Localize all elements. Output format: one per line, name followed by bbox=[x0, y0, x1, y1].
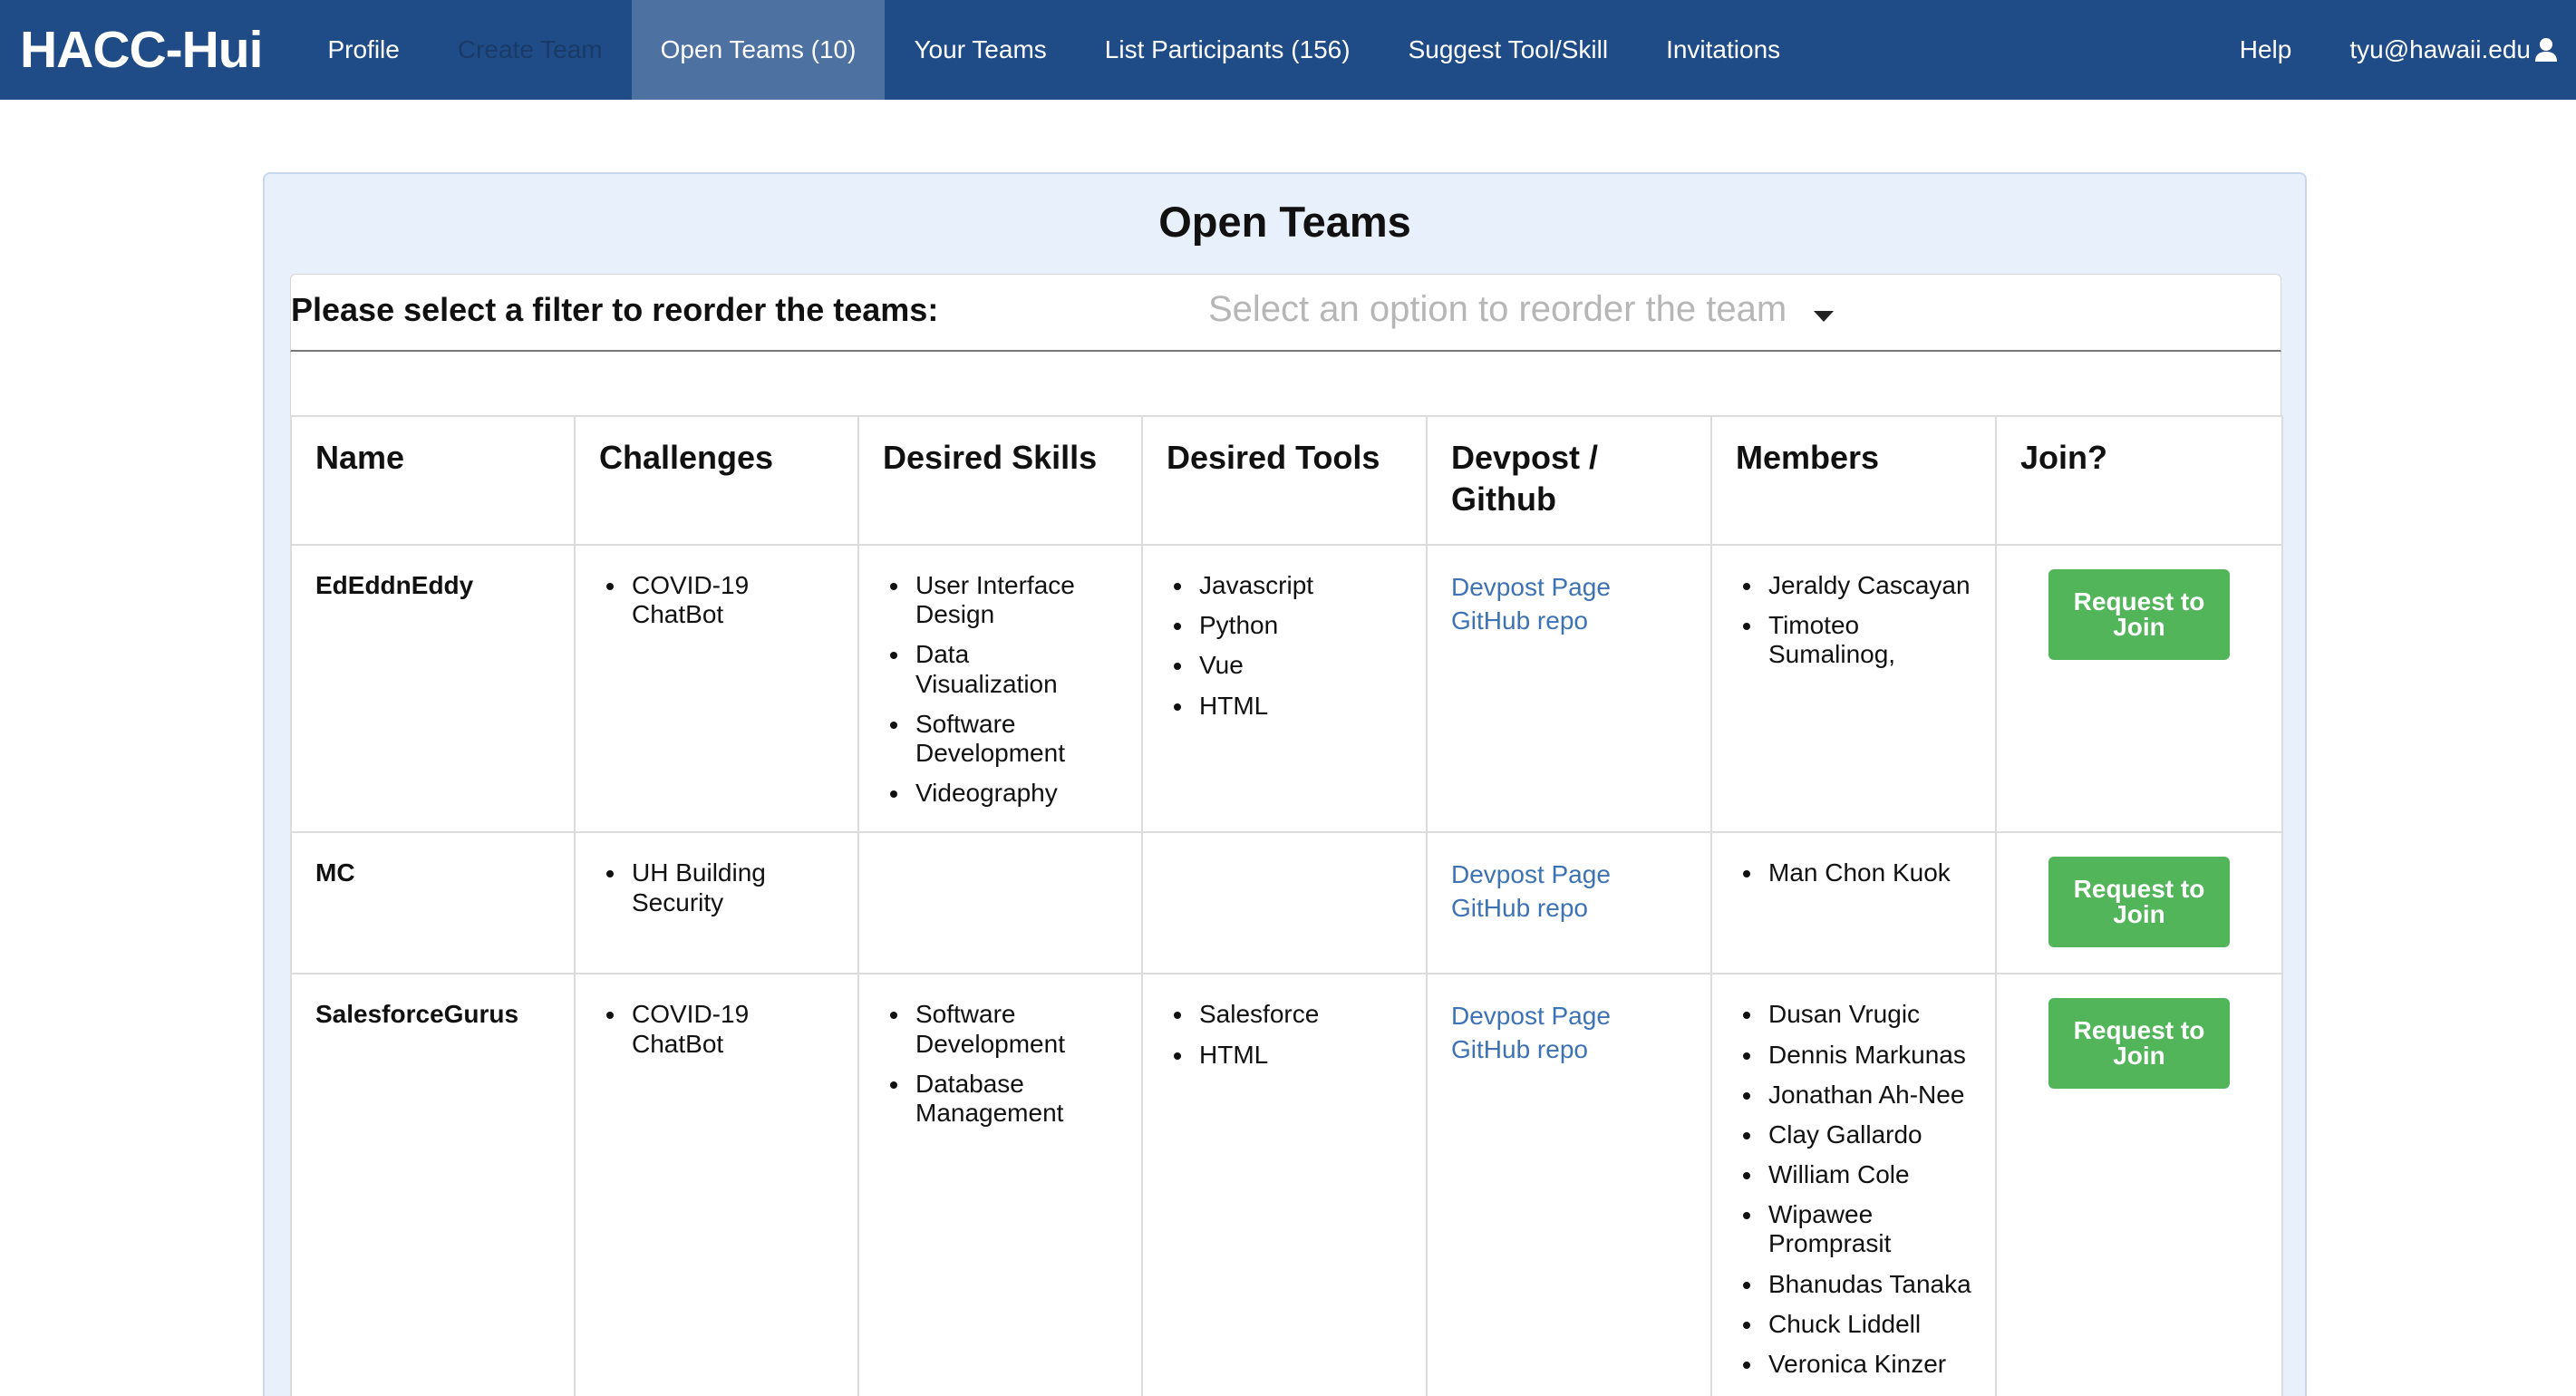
request-to-join-button[interactable]: Request to Join bbox=[2048, 998, 2230, 1090]
header-challenges: Challenges bbox=[574, 415, 859, 546]
member-item: Jeraldy Cascayan bbox=[1736, 571, 1971, 600]
nav-your-teams[interactable]: Your Teams bbox=[885, 0, 1075, 100]
team-links: Devpost Page GitHub repo bbox=[1426, 831, 1712, 975]
team-name: EdEddnEddy bbox=[290, 543, 576, 834]
tool-item: Salesforce bbox=[1167, 1000, 1402, 1029]
request-to-join-button[interactable]: Request to Join bbox=[2048, 857, 2230, 948]
team-name: MC bbox=[290, 831, 576, 975]
member-item: William Cole bbox=[1736, 1160, 1971, 1189]
header-desired-tools: Desired Tools bbox=[1141, 415, 1428, 546]
navbar-right: Help tyu@hawaii.edu bbox=[2211, 0, 2576, 100]
brand-logo[interactable]: HACC-Hui bbox=[20, 0, 263, 100]
header-desired-skills: Desired Skills bbox=[857, 415, 1143, 546]
team-challenges: UH Building Security bbox=[574, 831, 859, 975]
tool-item: Python bbox=[1167, 611, 1402, 640]
challenge-item: COVID-19 ChatBot bbox=[599, 1000, 834, 1058]
table-row: SalesforceGurus COVID-19 ChatBot Softwar… bbox=[290, 973, 2283, 1396]
open-teams-card: Open Teams Please select a filter to reo… bbox=[263, 172, 2307, 1396]
challenge-item: COVID-19 ChatBot bbox=[599, 571, 834, 629]
team-tools bbox=[1141, 831, 1428, 975]
header-devpost-github: Devpost / Github bbox=[1426, 415, 1712, 546]
filter-bar: Please select a filter to reorder the te… bbox=[290, 274, 2281, 352]
table-spacer bbox=[290, 352, 2281, 415]
github-link[interactable]: GitHub repo bbox=[1451, 1033, 1687, 1067]
member-item: Clay Gallardo bbox=[1736, 1120, 1971, 1149]
team-members: Dusan Vrugic Dennis Markunas Jonathan Ah… bbox=[1710, 973, 1997, 1396]
member-item: Man Chon Kuok bbox=[1736, 858, 1971, 887]
team-links: Devpost Page GitHub repo bbox=[1426, 973, 1712, 1396]
table-header-row: Name Challenges Desired Skills Desired T… bbox=[290, 415, 2283, 546]
user-icon bbox=[2535, 38, 2557, 62]
team-tools: Salesforce HTML bbox=[1141, 973, 1428, 1396]
devpost-link[interactable]: Devpost Page bbox=[1451, 571, 1687, 605]
skill-item: Software Development bbox=[883, 710, 1118, 768]
request-to-join-button[interactable]: Request to Join bbox=[2048, 569, 2230, 660]
nav-suggest-tool-skill[interactable]: Suggest Tool/Skill bbox=[1380, 0, 1638, 100]
team-skills: Software Development Database Management bbox=[857, 973, 1143, 1396]
member-item: Veronica Kinzer bbox=[1736, 1350, 1971, 1379]
skill-item: Data Visualization bbox=[883, 640, 1118, 698]
skill-item: Videography bbox=[883, 779, 1118, 808]
nav-profile[interactable]: Profile bbox=[298, 0, 428, 100]
team-join: Request to Join bbox=[1995, 831, 2283, 975]
reorder-dropdown[interactable]: Select an option to reorder the team bbox=[1208, 289, 1787, 330]
nav-open-teams[interactable]: Open Teams (10) bbox=[631, 0, 886, 100]
user-menu[interactable]: tyu@hawaii.edu bbox=[2320, 0, 2576, 100]
dropdown-caret-icon[interactable] bbox=[1814, 311, 1834, 322]
tool-item: Javascript bbox=[1167, 571, 1402, 600]
nav-list-participants[interactable]: List Participants (156) bbox=[1076, 0, 1380, 100]
team-challenges: COVID-19 ChatBot bbox=[574, 973, 859, 1396]
header-join: Join? bbox=[1995, 415, 2283, 546]
team-links: Devpost Page GitHub repo bbox=[1426, 543, 1712, 834]
member-item: Timoteo Sumalinog, bbox=[1736, 611, 1971, 669]
team-skills: User Interface Design Data Visualization… bbox=[857, 543, 1143, 834]
nav-help[interactable]: Help bbox=[2211, 0, 2321, 100]
team-join: Request to Join bbox=[1995, 543, 2283, 834]
github-link[interactable]: GitHub repo bbox=[1451, 892, 1687, 926]
member-item: Bhanudas Tanaka bbox=[1736, 1270, 1971, 1299]
devpost-link[interactable]: Devpost Page bbox=[1451, 1000, 1687, 1033]
team-join: Request to Join bbox=[1995, 973, 2283, 1396]
team-name: SalesforceGurus bbox=[290, 973, 576, 1396]
user-email: tyu@hawaii.edu bbox=[2349, 35, 2531, 63]
tool-item: Vue bbox=[1167, 651, 1402, 680]
nav-invitations[interactable]: Invitations bbox=[1637, 0, 1809, 100]
challenge-item: UH Building Security bbox=[599, 858, 834, 916]
member-item: Wipawee Promprasit bbox=[1736, 1200, 1971, 1258]
member-item: Dusan Vrugic bbox=[1736, 1000, 1971, 1029]
skill-item: User Interface Design bbox=[883, 571, 1118, 629]
tool-item: HTML bbox=[1167, 1041, 1402, 1070]
header-name: Name bbox=[290, 415, 576, 546]
team-skills bbox=[857, 831, 1143, 975]
team-members: Man Chon Kuok bbox=[1710, 831, 1997, 975]
tool-item: HTML bbox=[1167, 692, 1402, 721]
table-row: MC UH Building Security Devpost Page Git… bbox=[290, 831, 2283, 975]
team-challenges: COVID-19 ChatBot bbox=[574, 543, 859, 834]
github-link[interactable]: GitHub repo bbox=[1451, 605, 1687, 638]
skill-item: Software Development bbox=[883, 1000, 1118, 1058]
header-members: Members bbox=[1710, 415, 1997, 546]
top-navbar: HACC-Hui Profile Create Team Open Teams … bbox=[0, 0, 2576, 100]
teams-table: Name Challenges Desired Skills Desired T… bbox=[290, 415, 2283, 1396]
team-tools: Javascript Python Vue HTML bbox=[1141, 543, 1428, 834]
page-title: Open Teams bbox=[1158, 198, 1411, 246]
devpost-link[interactable]: Devpost Page bbox=[1451, 858, 1687, 892]
table-row: EdEddnEddy COVID-19 ChatBot User Interfa… bbox=[290, 543, 2283, 834]
member-item: Chuck Liddell bbox=[1736, 1310, 1971, 1339]
member-item: Dennis Markunas bbox=[1736, 1041, 1971, 1070]
member-item: Jonathan Ah-Nee bbox=[1736, 1081, 1971, 1110]
filter-label: Please select a filter to reorder the te… bbox=[291, 291, 939, 328]
team-members: Jeraldy Cascayan Timoteo Sumalinog, bbox=[1710, 543, 1997, 834]
skill-item: Database Management bbox=[883, 1070, 1118, 1128]
nav-create-team[interactable]: Create Team bbox=[429, 0, 632, 100]
